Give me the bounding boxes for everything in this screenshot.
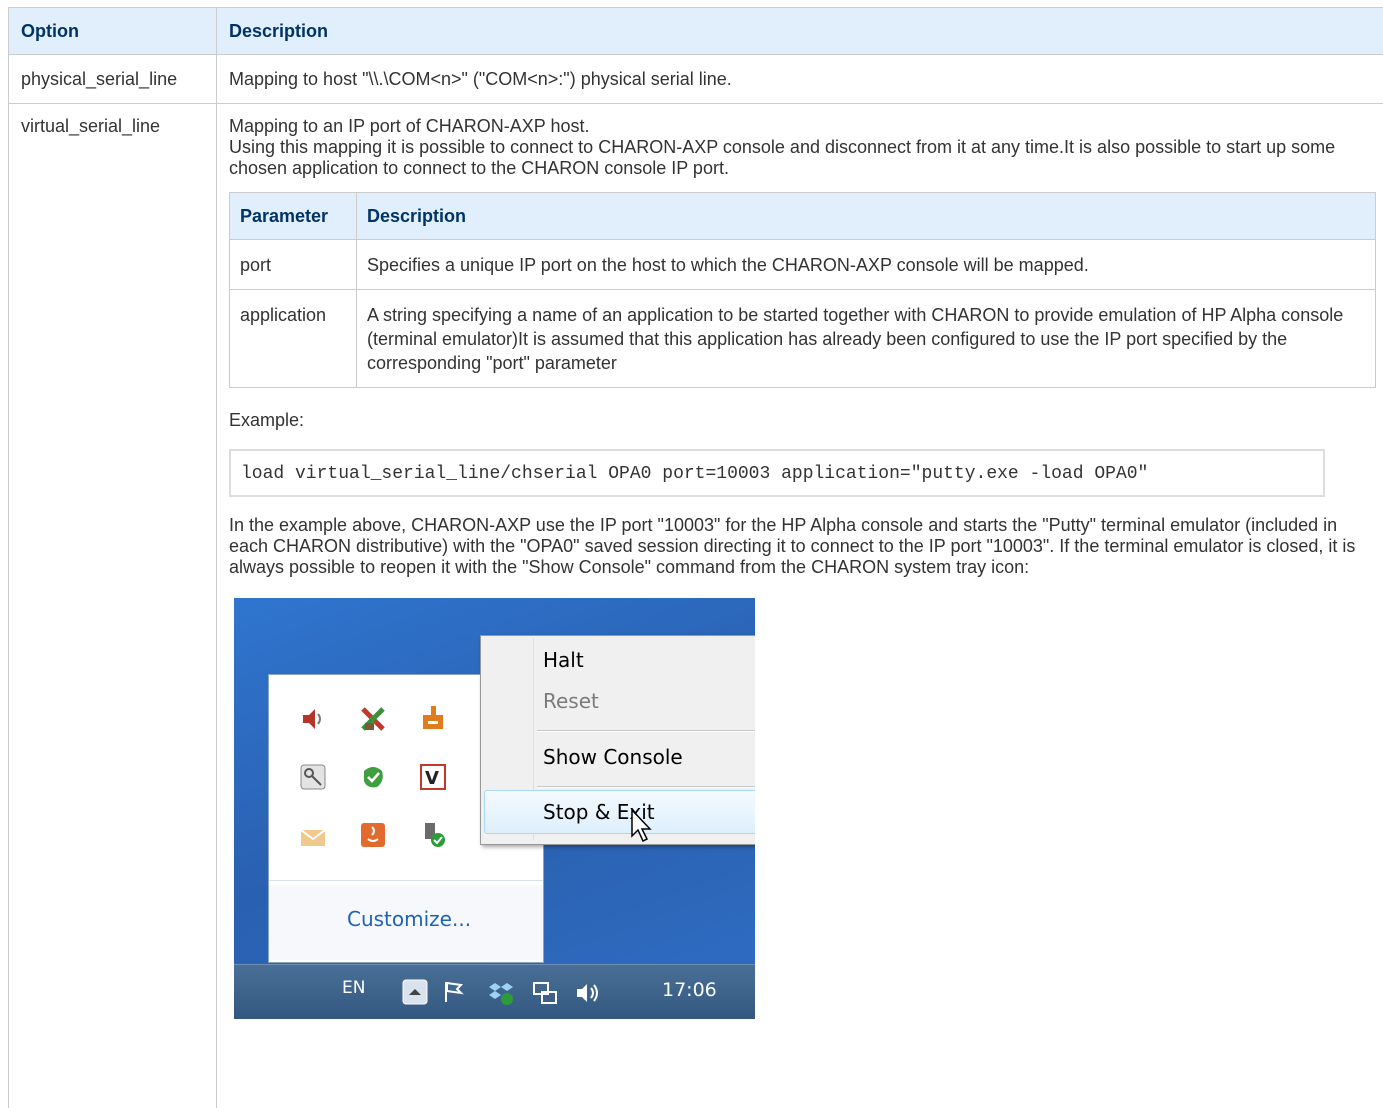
- tray-menu-screenshot: V: [234, 598, 755, 1019]
- parameter-name: application: [230, 290, 357, 388]
- option-name: virtual_serial_line: [9, 104, 217, 1108]
- option-description: Mapping to host "\\.\COM<n>" ("COM<n>:")…: [217, 55, 1383, 104]
- context-menu: Halt Reset Show Console Stop & Exit: [480, 635, 755, 845]
- menu-item-show-console[interactable]: Show Console: [543, 747, 683, 768]
- charon-icon[interactable]: [419, 703, 447, 731]
- parameter-column-header: Parameter: [230, 193, 357, 240]
- code-block: load virtual_serial_line/chserial OPA0 p…: [229, 449, 1325, 497]
- parameter-description: Specifies a unique IP port on the host t…: [357, 240, 1376, 290]
- explanation-paragraph: In the example above, CHARON-AXP use the…: [229, 515, 1371, 578]
- option-description-cell: Mapping to an IP port of CHARON-AXP host…: [217, 104, 1383, 1108]
- menu-item-reset[interactable]: Reset: [543, 691, 599, 712]
- java-icon[interactable]: [359, 821, 387, 849]
- vmware-icon[interactable]: V: [419, 763, 447, 791]
- volume-icon[interactable]: [574, 980, 602, 1006]
- option-name: physical_serial_line: [9, 55, 217, 104]
- table-row: physical_serial_line Mapping to host "\\…: [9, 55, 1383, 104]
- key-icon[interactable]: [299, 763, 327, 791]
- language-indicator[interactable]: EN: [342, 978, 365, 999]
- dropbox-icon[interactable]: [488, 980, 514, 1006]
- parameters-header-row: Parameter Description: [230, 193, 1376, 240]
- tray-divider: [269, 880, 543, 881]
- option-column-header: Option: [9, 8, 217, 55]
- customize-link[interactable]: Customize...: [347, 909, 471, 930]
- network-icon[interactable]: [532, 980, 558, 1006]
- mouse-cursor-icon: [630, 808, 656, 844]
- intro-line: Mapping to an IP port of CHARON-AXP host…: [229, 116, 1371, 137]
- intro-paragraph: Using this mapping it is possible to con…: [229, 137, 1371, 179]
- menu-separator: [537, 730, 755, 732]
- parameter-description: A string specifying a name of an applica…: [357, 290, 1376, 388]
- taskbar: EN: [234, 964, 755, 1019]
- mail-icon[interactable]: [299, 823, 327, 851]
- menu-separator: [537, 786, 755, 788]
- usb-device-icon[interactable]: [419, 821, 447, 849]
- show-hidden-icons-button[interactable]: [402, 979, 428, 1005]
- options-table: Option Description physical_serial_line …: [8, 7, 1383, 1108]
- menu-item-halt[interactable]: Halt: [543, 650, 584, 671]
- action-center-flag-icon[interactable]: [442, 980, 466, 1004]
- options-header-row: Option Description: [9, 8, 1383, 55]
- example-label: Example:: [229, 410, 1371, 431]
- table-row: virtual_serial_line Mapping to an IP por…: [9, 104, 1383, 1108]
- parameter-description-header: Description: [357, 193, 1376, 240]
- network-disconnected-icon[interactable]: [359, 705, 387, 733]
- svg-text:V: V: [425, 768, 439, 789]
- parameters-table: Parameter Description port Specifies a u…: [229, 192, 1376, 388]
- leaf-icon[interactable]: [359, 763, 387, 791]
- parameter-name: port: [230, 240, 357, 290]
- clock[interactable]: 17:06: [662, 980, 717, 1001]
- description-column-header: Description: [217, 8, 1383, 55]
- speaker-icon[interactable]: [299, 705, 327, 733]
- table-row: application A string specifying a name o…: [230, 290, 1376, 388]
- table-row: port Specifies a unique IP port on the h…: [230, 240, 1376, 290]
